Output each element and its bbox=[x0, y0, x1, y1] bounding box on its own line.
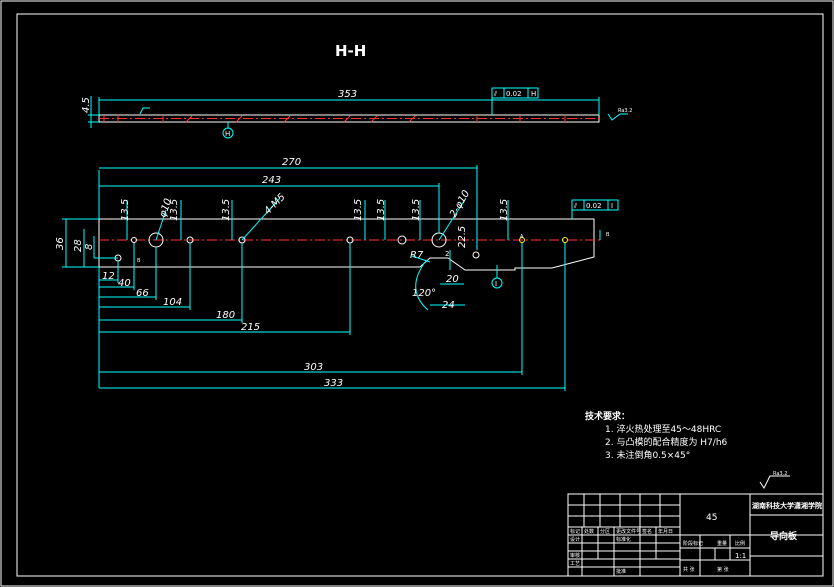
flatness-symbol: ⫽ bbox=[493, 90, 498, 98]
dim-r7: R7 bbox=[410, 250, 424, 261]
dim-66: 66 bbox=[136, 288, 149, 299]
section-title: H-H bbox=[335, 42, 366, 60]
tb-cell-process: 工艺 bbox=[570, 561, 580, 567]
mark-b-left: B bbox=[137, 258, 141, 264]
tb-cell-weight: 重量 bbox=[717, 540, 727, 547]
tb-cell-count: 处数 bbox=[584, 528, 594, 535]
dim-12: 12 bbox=[102, 271, 115, 282]
dim-333: 333 bbox=[324, 378, 343, 389]
dim-180: 180 bbox=[216, 310, 235, 321]
tech-requirements: 技术要求： 1. 淬火热处理至45～48HRC 2. 与凸模的配合精度为 H7/… bbox=[585, 410, 728, 461]
dim-40: 40 bbox=[118, 278, 131, 289]
tb-cell-std: 标准化 bbox=[616, 536, 631, 543]
label-2: 2 bbox=[445, 250, 449, 258]
dim-4-5: 4.5 bbox=[81, 97, 92, 113]
dim-13-5-d: 13.5 bbox=[353, 199, 364, 221]
dim-angle-120: 120° bbox=[412, 288, 436, 299]
dim-13-5-a: 13.5 bbox=[120, 199, 131, 221]
tb-cell-stage: 阶段标记 bbox=[683, 540, 703, 547]
dim-353: 353 bbox=[338, 89, 357, 100]
dim-215: 215 bbox=[241, 322, 260, 333]
tb-cell-changedoc: 更改文件号 bbox=[616, 528, 641, 535]
dim-13-5-c: 13.5 bbox=[221, 199, 232, 221]
section-roughness: Ra3.2 bbox=[618, 108, 632, 114]
tb-cell-design: 设计 bbox=[570, 536, 580, 543]
mark-b-right: B bbox=[606, 232, 610, 238]
flatness-datum: H bbox=[531, 90, 536, 98]
dim-270: 270 bbox=[282, 157, 301, 168]
tb-cell-sheet: 第 张 bbox=[717, 566, 729, 573]
dim-20: 20 bbox=[446, 274, 459, 285]
dim-24: 24 bbox=[442, 300, 455, 311]
tb-part-name: 导向板 bbox=[770, 530, 798, 542]
dim-243: 243 bbox=[262, 175, 281, 186]
corner-roughness-symbol bbox=[759, 475, 790, 489]
dim-13-5-g: 13.5 bbox=[499, 199, 510, 221]
dim-303: 303 bbox=[304, 362, 323, 373]
dim-4-m5: 4-M5 bbox=[262, 192, 287, 217]
tb-cell-ratio: 比例 bbox=[735, 540, 745, 547]
tb-school: 湖南科技大学潇湘学院 bbox=[752, 501, 822, 510]
mark-a-left: A bbox=[520, 234, 524, 240]
tb-cell-marker: 标记 bbox=[570, 528, 580, 535]
main-view: 270 243 13.5 13.5 13.5 13.5 13.5 13.5 13… bbox=[55, 157, 619, 391]
tb-material: 45 bbox=[706, 513, 717, 523]
section-view: 353 4.5 ⫽ 0.02 H Ra3.2 H bbox=[81, 87, 632, 139]
tb-cell-sign: 签名 bbox=[642, 528, 652, 535]
dim-22-5: 22.5 bbox=[457, 226, 468, 248]
dim-2-phi10: 2-φ10 bbox=[448, 189, 472, 220]
flatness2-symbol: ⫽ bbox=[573, 202, 578, 210]
tech-item-2: 2. 与凸模的配合精度为 H7/h6 bbox=[605, 436, 728, 448]
dim-36: 36 bbox=[55, 237, 66, 250]
flatness2-value: 0.02 bbox=[586, 202, 602, 210]
dim-13-5-f: 13.5 bbox=[411, 199, 422, 221]
dim-8: 8 bbox=[84, 244, 95, 250]
tech-item-3: 3. 未注倒角0.5×45° bbox=[605, 449, 690, 461]
tb-cell-zone: 分区 bbox=[600, 528, 610, 535]
title-block: 标记 处数 分区 更改文件号 签名 年月日 设计 标准化 审核 工艺 批准 阶段… bbox=[567, 493, 824, 577]
dim-104: 104 bbox=[163, 297, 182, 308]
datum-h-label: H bbox=[225, 130, 230, 138]
small-hole-i bbox=[472, 251, 480, 259]
tb-cell-date: 年月日 bbox=[658, 528, 673, 535]
cad-drawing: H-H 353 4.5 ⫽ 0.02 H Ra3.2 H 270 243 13.… bbox=[0, 0, 834, 587]
tb-cell-sheets: 共 张 bbox=[683, 566, 695, 573]
dim-28: 28 bbox=[73, 239, 84, 252]
tech-item-1: 1. 淬火热处理至45～48HRC bbox=[605, 423, 721, 435]
corner-roughness-text: Ra3.2 bbox=[773, 471, 787, 477]
flatness-value: 0.02 bbox=[506, 90, 522, 98]
flatness2-datum: I bbox=[611, 202, 613, 210]
tb-cell-approve: 批准 bbox=[616, 568, 626, 575]
dim-13-5-e: 13.5 bbox=[376, 199, 387, 221]
datum-i-label: I bbox=[495, 280, 497, 288]
tech-heading: 技术要求： bbox=[585, 410, 630, 422]
tb-scale: 1:1 bbox=[735, 552, 746, 560]
tb-cell-review: 审核 bbox=[570, 552, 580, 559]
